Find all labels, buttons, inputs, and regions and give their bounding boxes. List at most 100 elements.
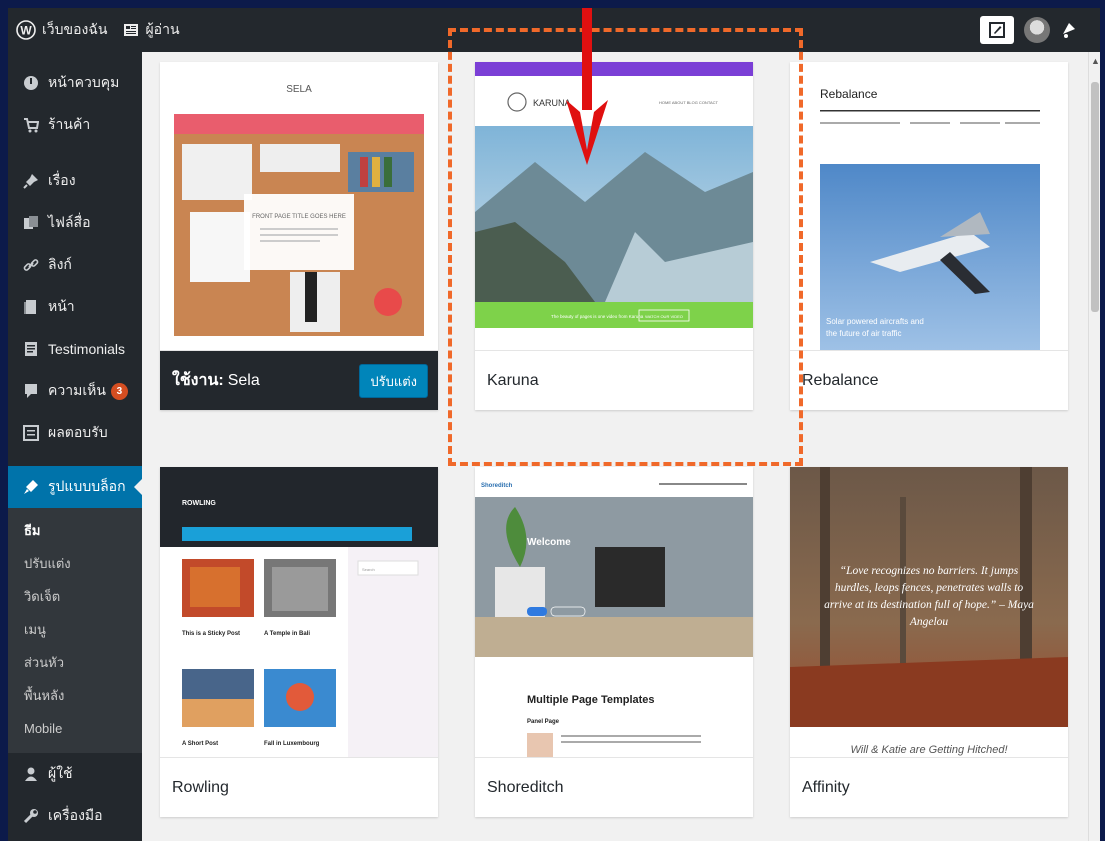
theme-name: Sela (227, 371, 260, 389)
karuna-nav: HOME ABOUT BLOG CONTACT (659, 100, 719, 105)
page-scrollbar[interactable]: ▲ (1088, 52, 1100, 841)
sidebar-item-label: รูปแบบบล็อก (48, 478, 126, 494)
theme-name-bar: Karuna (475, 350, 753, 410)
submenu-background[interactable]: พื้นหลัง (8, 679, 142, 712)
affinity-footer: Will & Katie are Getting Hitched! (850, 744, 1007, 756)
theme-name: Shoreditch (487, 778, 564, 796)
sidebar-item-label: หน้า (48, 298, 75, 314)
comment-count-badge: 3 (110, 382, 128, 400)
dashboard-icon (22, 74, 40, 92)
sidebar-item-pages[interactable]: หน้า (8, 286, 142, 328)
sidebar-item-label: ผู้ใช้ (48, 765, 73, 781)
shoreditch-welcome: Welcome (527, 537, 571, 548)
theme-card-shoreditch[interactable]: Shoreditch Welcome Multiple Page Templat… (475, 467, 753, 817)
theme-name-bar: Rebalance (790, 350, 1068, 410)
theme-screenshot: KARUNA HOME ABOUT BLOG CONTACT The beaut… (475, 62, 753, 350)
theme-screenshot: ROWLING Search This is a Sticky Post A T… (160, 467, 438, 757)
pin-icon (22, 172, 40, 190)
write-post-button[interactable] (980, 16, 1014, 44)
sidebar-item-label: ลิงก์ (48, 256, 72, 272)
submenu-header[interactable]: ส่วนหัว (8, 646, 142, 679)
karuna-banner: The beauty of pages is one video from Ka… (551, 314, 644, 319)
theme-name-bar: Shoreditch (475, 757, 753, 817)
svg-text:Solar powered aircrafts and: Solar powered aircrafts and (826, 317, 924, 326)
site-menu[interactable]: W เว็บของฉัน (8, 8, 115, 52)
edit-icon (989, 22, 1005, 38)
svg-text:W: W (20, 24, 32, 38)
reader-menu[interactable]: ผู้อ่าน (115, 8, 187, 52)
sidebar-item-label: เครื่องมือ (48, 807, 103, 823)
submenu-menus[interactable]: เมนู (8, 613, 142, 646)
submenu-mobile[interactable]: Mobile (8, 712, 142, 745)
sidebar-item-feedback[interactable]: ผลตอบรับ (8, 412, 142, 454)
sidebar-item-tools[interactable]: เครื่องมือ (8, 795, 142, 837)
media-icon (22, 214, 40, 232)
svg-text:the future of air traffic: the future of air traffic (826, 329, 901, 338)
wordpress-icon: W (16, 20, 36, 40)
theme-name: Rowling (172, 778, 229, 796)
feedback-icon (22, 424, 40, 442)
sidebar-item-label: Testimonials (48, 341, 126, 357)
active-prefix: ใช้งาน: (172, 372, 224, 389)
karuna-banner-button: WATCH OUR VIDEO (645, 314, 683, 319)
submenu-themes[interactable]: ธีม (8, 514, 142, 547)
sidebar-item-store[interactable]: ร้านค้า (8, 104, 142, 146)
theme-card-rowling[interactable]: ROWLING Search This is a Sticky Post A T… (160, 467, 438, 817)
reader-icon (124, 24, 139, 36)
rebalance-title: Rebalance (820, 87, 878, 101)
theme-card-affinity[interactable]: “Love recognizes no barriers. It jumps h… (790, 467, 1068, 817)
sidebar-item-label: ร้านค้า (48, 116, 91, 132)
user-avatar[interactable] (1024, 17, 1050, 43)
users-icon (22, 765, 40, 783)
sidebar-item-label: ความเห็น (48, 382, 106, 398)
appearance-icon (22, 478, 40, 496)
rowling-post1: This is a Sticky Post (182, 631, 240, 637)
submenu-customize[interactable]: ปรับแต่ง (8, 547, 142, 580)
theme-screenshot: SELA FRONT PAGE TITLE GOES HERE (160, 62, 438, 350)
tools-icon (22, 807, 40, 825)
sidebar-item-testimonials[interactable]: Testimonials (8, 328, 142, 370)
page-icon (22, 298, 40, 316)
rowling-title: ROWLING (182, 500, 216, 507)
shoreditch-brand: Shoreditch (481, 483, 513, 489)
theme-name: Affinity (802, 778, 850, 796)
sidebar-item-label: หน้าควบคุม (48, 74, 120, 90)
rowling-post2: A Temple in Bali (264, 631, 310, 637)
sidebar-item-users[interactable]: ผู้ใช้ (8, 753, 142, 795)
admin-sidebar: หน้าควบคุม ร้านค้า เรื่อง ไฟล์สื่อ ลิงก์… (8, 52, 142, 841)
sidebar-item-dashboard[interactable]: หน้าควบคุม (8, 62, 142, 104)
rowling-search: Search (362, 567, 375, 572)
sidebar-item-label: ไฟล์สื่อ (48, 214, 91, 230)
appearance-submenu: ธีม ปรับแต่ง วิดเจ็ต เมนู ส่วนหัว พื้นหล… (8, 508, 142, 753)
theme-card-karuna[interactable]: KARUNA HOME ABOUT BLOG CONTACT The beaut… (475, 62, 753, 410)
theme-name: Rebalance (802, 371, 879, 389)
sela-title: SELA (286, 84, 312, 95)
rowling-post4: Fall in Luxembourg (264, 741, 320, 747)
scroll-up-icon[interactable]: ▲ (1091, 56, 1100, 66)
theme-card-sela[interactable]: SELA FRONT PAGE TITLE GOES HERE ใช้งาน: … (160, 62, 438, 410)
notifications-icon[interactable] (1060, 21, 1078, 39)
themes-grid: SELA FRONT PAGE TITLE GOES HERE ใช้งาน: … (142, 52, 1100, 841)
sidebar-item-appearance[interactable]: รูปแบบบล็อก (8, 466, 142, 508)
scroll-thumb[interactable] (1091, 82, 1099, 312)
sidebar-item-comments[interactable]: ความเห็น 3 (8, 370, 142, 412)
sidebar-item-links[interactable]: ลิงก์ (8, 244, 142, 286)
theme-name-bar: Rowling (160, 757, 438, 817)
affinity-quote: “Love recognizes no barriers. It jumps h… (824, 565, 1034, 628)
admin-bar: W เว็บของฉัน ผู้อ่าน (8, 8, 1100, 52)
sidebar-item-media[interactable]: ไฟล์สื่อ (8, 202, 142, 244)
shoreditch-panel: Panel Page (527, 719, 560, 725)
theme-screenshot: Shoreditch Welcome Multiple Page Templat… (475, 467, 753, 757)
comment-icon (22, 382, 40, 400)
theme-name-bar: ใช้งาน: Sela ปรับแต่ง (160, 350, 438, 410)
sidebar-item-label: เรื่อง (48, 172, 76, 188)
theme-name-bar: Affinity (790, 757, 1068, 817)
browser-frame: W เว็บของฉัน ผู้อ่าน หน้าควบคุม ร้านค้า (8, 8, 1100, 841)
customize-button[interactable]: ปรับแต่ง (359, 364, 428, 398)
reader-label: ผู้อ่าน (145, 21, 180, 37)
submenu-widgets[interactable]: วิดเจ็ต (8, 580, 142, 613)
karuna-brand: KARUNA (533, 98, 571, 108)
sidebar-item-label: ผลตอบรับ (48, 424, 108, 440)
theme-card-rebalance[interactable]: Rebalance Solar powered aircrafts and th… (790, 62, 1068, 410)
sidebar-item-posts[interactable]: เรื่อง (8, 160, 142, 202)
